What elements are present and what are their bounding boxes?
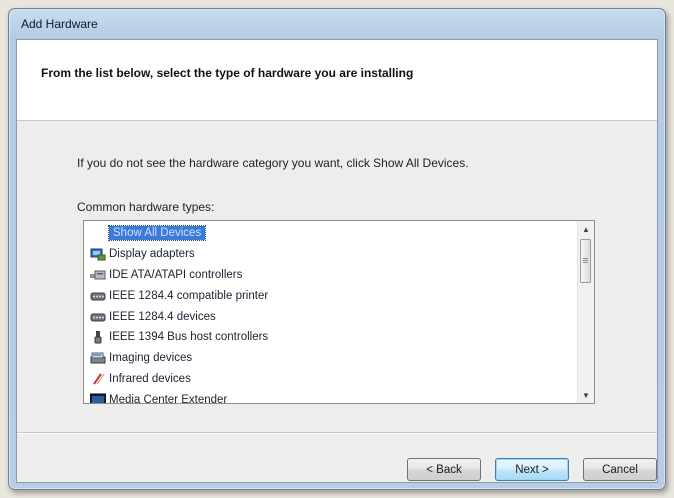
list-item-label: Media Center Extender <box>109 393 228 404</box>
scroll-down-arrow-icon[interactable]: ▼ <box>578 387 594 403</box>
printer-port-icon <box>90 289 106 303</box>
ide-controller-icon <box>90 268 106 282</box>
list-item-media-center-extender[interactable]: Media Center Extender <box>84 389 576 404</box>
footer-divider <box>17 432 657 434</box>
header-title: From the list below, select the type of … <box>41 66 414 80</box>
list-item-label: IEEE 1284.4 devices <box>109 310 216 323</box>
window-title: Add Hardware <box>21 17 98 31</box>
display-adapter-icon <box>90 247 106 261</box>
hardware-types-list[interactable]: Show All Devices Display adapters IDE AT… <box>83 220 595 404</box>
media-center-icon <box>90 393 106 403</box>
title-bar[interactable]: Add Hardware <box>9 9 665 39</box>
list-item-display-adapters[interactable]: Display adapters <box>84 244 576 265</box>
list-item-label: Display adapters <box>109 248 195 261</box>
instruction-text: If you do not see the hardware category … <box>77 156 469 170</box>
add-hardware-window: Add Hardware From the list below, select… <box>8 8 666 490</box>
next-button[interactable]: Next > <box>495 458 569 481</box>
cancel-button[interactable]: Cancel <box>583 458 657 481</box>
list-item-ieee-1284-devices[interactable]: IEEE 1284.4 devices <box>84 306 576 327</box>
infrared-icon <box>90 372 106 386</box>
back-button[interactable]: < Back <box>407 458 481 481</box>
list-item-label: Show All Devices <box>107 225 207 242</box>
scroll-thumb[interactable] <box>580 239 591 283</box>
list-scrollbar[interactable]: ▲ ▼ <box>577 221 594 403</box>
printer-port-icon <box>90 310 106 324</box>
scroll-up-arrow-icon[interactable]: ▲ <box>578 221 594 237</box>
list-label: Common hardware types: <box>77 200 215 214</box>
firewire-icon <box>90 330 106 344</box>
list-item-ieee-1284-compatible-printer[interactable]: IEEE 1284.4 compatible printer <box>84 285 576 306</box>
list-item-imaging-devices[interactable]: Imaging devices <box>84 348 576 369</box>
imaging-device-icon <box>90 351 106 365</box>
list-item-label: IEEE 1394 Bus host controllers <box>109 331 269 344</box>
list-item-ieee-1394-bus-host-controllers[interactable]: IEEE 1394 Bus host controllers <box>84 327 576 348</box>
list-item-show-all-devices[interactable]: Show All Devices <box>84 223 576 244</box>
list-item-label: IDE ATA/ATAPI controllers <box>109 268 243 281</box>
wizard-header: From the list below, select the type of … <box>17 40 657 121</box>
list-item-label: IEEE 1284.4 compatible printer <box>109 289 269 302</box>
list-item-ide-ata-atapi-controllers[interactable]: IDE ATA/ATAPI controllers <box>84 265 576 286</box>
list-item-infrared-devices[interactable]: Infrared devices <box>84 369 576 390</box>
list-item-label: Imaging devices <box>109 352 193 365</box>
list-item-label: Infrared devices <box>109 372 191 385</box>
wizard-page: From the list below, select the type of … <box>16 39 658 483</box>
